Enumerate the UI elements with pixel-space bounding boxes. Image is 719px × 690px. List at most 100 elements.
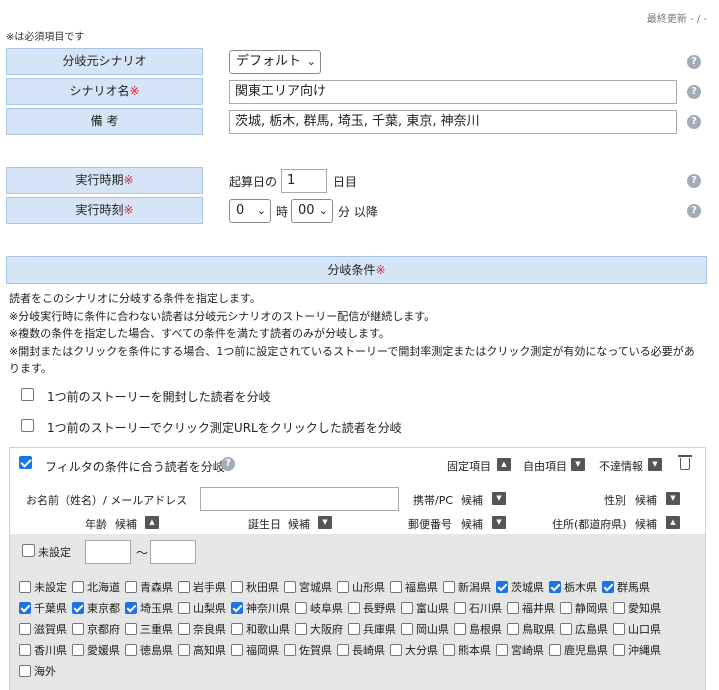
prefecture-checkbox[interactable] — [401, 623, 413, 635]
name-email-input[interactable] — [200, 487, 399, 511]
help-icon[interactable]: ? — [687, 55, 701, 69]
prefecture-checkbox[interactable] — [72, 602, 84, 614]
help-icon[interactable]: ? — [221, 457, 235, 471]
prefecture-option[interactable]: 海外 — [19, 661, 56, 682]
prefecture-option[interactable]: 青森県 — [125, 577, 173, 598]
prefecture-checkbox[interactable] — [602, 581, 614, 593]
prefecture-option[interactable]: 熊本県 — [443, 640, 491, 661]
prefecture-option[interactable]: 千葉県 — [19, 598, 67, 619]
tab-undelivered[interactable]: 不達情報 — [599, 458, 643, 474]
prefecture-option[interactable]: 秋田県 — [231, 577, 279, 598]
prefecture-option[interactable]: 岐阜県 — [295, 598, 343, 619]
prefecture-option[interactable]: 富山県 — [401, 598, 449, 619]
prefecture-checkbox[interactable] — [72, 581, 84, 593]
tab-fixed-items[interactable]: 固定項目 — [447, 458, 491, 474]
prefecture-checkbox[interactable] — [390, 581, 402, 593]
prefecture-checkbox[interactable] — [178, 602, 190, 614]
triangle-down-icon[interactable]: ▼ — [492, 516, 506, 529]
prefecture-checkbox[interactable] — [19, 602, 31, 614]
prefecture-option[interactable]: 三重県 — [125, 619, 173, 640]
triangle-down-icon[interactable]: ▼ — [318, 516, 332, 529]
prefecture-option[interactable]: 長野県 — [348, 598, 396, 619]
prefecture-checkbox[interactable] — [390, 644, 402, 656]
age-to-input[interactable] — [150, 540, 196, 564]
timing-day-input[interactable]: 1 — [281, 169, 327, 193]
prefecture-option[interactable]: 宮城県 — [284, 577, 332, 598]
triangle-up-icon[interactable]: ▲ — [145, 516, 159, 529]
prefecture-checkbox[interactable] — [454, 623, 466, 635]
help-icon[interactable]: ? — [687, 174, 701, 188]
prefecture-checkbox[interactable] — [178, 581, 190, 593]
prefecture-checkbox[interactable] — [231, 581, 243, 593]
prefecture-option[interactable]: 山口県 — [613, 619, 661, 640]
triangle-down-icon[interactable]: ▼ — [492, 492, 506, 505]
prefecture-checkbox[interactable] — [231, 602, 243, 614]
source-scenario-select[interactable]: デフォルト ⌄ — [229, 50, 321, 74]
prefecture-option[interactable]: 埼玉県 — [125, 598, 173, 619]
prefecture-checkbox[interactable] — [560, 623, 572, 635]
prefecture-checkbox[interactable] — [19, 581, 31, 593]
prefecture-checkbox[interactable] — [443, 644, 455, 656]
triangle-up-icon[interactable]: ▲ — [666, 516, 680, 529]
triangle-up-icon[interactable]: ▲ — [497, 458, 511, 471]
prefecture-checkbox[interactable] — [231, 623, 243, 635]
prefecture-checkbox[interactable] — [337, 581, 349, 593]
prefecture-option[interactable]: 福岡県 — [231, 640, 279, 661]
prefecture-option[interactable]: 和歌山県 — [231, 619, 290, 640]
memo-input[interactable]: 茨城, 栃木, 群馬, 埼玉, 千葉, 東京, 神奈川 — [229, 110, 677, 134]
prefecture-checkbox[interactable] — [443, 581, 455, 593]
prefecture-option[interactable]: 鳥取県 — [507, 619, 555, 640]
tab-free-items[interactable]: 自由項目 — [523, 458, 567, 474]
prefecture-checkbox[interactable] — [295, 602, 307, 614]
triangle-down-icon[interactable]: ▼ — [571, 458, 585, 471]
prefecture-checkbox[interactable] — [613, 623, 625, 635]
prefecture-option[interactable]: 石川県 — [454, 598, 502, 619]
prefecture-option[interactable]: 兵庫県 — [348, 619, 396, 640]
prefecture-checkbox[interactable] — [549, 581, 561, 593]
prefecture-option[interactable]: 静岡県 — [560, 598, 608, 619]
prefecture-option[interactable]: 山形県 — [337, 577, 385, 598]
prefecture-checkbox[interactable] — [125, 581, 137, 593]
prefecture-option[interactable]: 宮崎県 — [496, 640, 544, 661]
prefecture-option[interactable]: 島根県 — [454, 619, 502, 640]
prefecture-option[interactable]: 群馬県 — [602, 577, 650, 598]
prefecture-option[interactable]: 愛知県 — [613, 598, 661, 619]
click-condition-checkbox[interactable] — [21, 419, 34, 432]
prefecture-option[interactable]: 長崎県 — [337, 640, 385, 661]
prefecture-checkbox[interactable] — [125, 644, 137, 656]
prefecture-option[interactable]: 滋賀県 — [19, 619, 67, 640]
minute-select[interactable]: 00 ⌄ — [291, 199, 333, 223]
prefecture-checkbox[interactable] — [496, 581, 508, 593]
prefecture-checkbox[interactable] — [284, 581, 296, 593]
prefecture-option[interactable]: 香川県 — [19, 640, 67, 661]
prefecture-option[interactable]: 佐賀県 — [284, 640, 332, 661]
prefecture-option[interactable]: 新潟県 — [443, 577, 491, 598]
prefecture-checkbox[interactable] — [401, 602, 413, 614]
help-icon[interactable]: ? — [687, 115, 701, 129]
prefecture-option[interactable]: 山梨県 — [178, 598, 226, 619]
prefecture-checkbox[interactable] — [496, 644, 508, 656]
prefecture-option[interactable]: 大分県 — [390, 640, 438, 661]
prefecture-checkbox[interactable] — [231, 644, 243, 656]
prefecture-option[interactable]: 神奈川県 — [231, 598, 290, 619]
prefecture-checkbox[interactable] — [507, 602, 519, 614]
filter-checkbox[interactable] — [19, 456, 32, 469]
prefecture-checkbox[interactable] — [19, 644, 31, 656]
prefecture-option[interactable]: 福島県 — [390, 577, 438, 598]
prefecture-checkbox[interactable] — [19, 623, 31, 635]
prefecture-option[interactable]: 徳島県 — [125, 640, 173, 661]
prefecture-option[interactable]: 高知県 — [178, 640, 226, 661]
triangle-down-icon[interactable]: ▼ — [666, 492, 680, 505]
prefecture-option[interactable]: 大阪府 — [295, 619, 343, 640]
prefecture-checkbox[interactable] — [549, 644, 561, 656]
prefecture-option[interactable]: 茨城県 — [496, 577, 544, 598]
trash-icon[interactable] — [678, 455, 692, 470]
prefecture-option[interactable]: 沖縄県 — [613, 640, 661, 661]
prefecture-checkbox[interactable] — [348, 623, 360, 635]
age-unset-checkbox[interactable] — [22, 544, 35, 557]
prefecture-checkbox[interactable] — [295, 623, 307, 635]
hour-select[interactable]: 0 ⌄ — [229, 199, 271, 223]
prefecture-option[interactable]: 福井県 — [507, 598, 555, 619]
prefecture-option[interactable]: 未設定 — [19, 577, 67, 598]
prefecture-checkbox[interactable] — [507, 623, 519, 635]
